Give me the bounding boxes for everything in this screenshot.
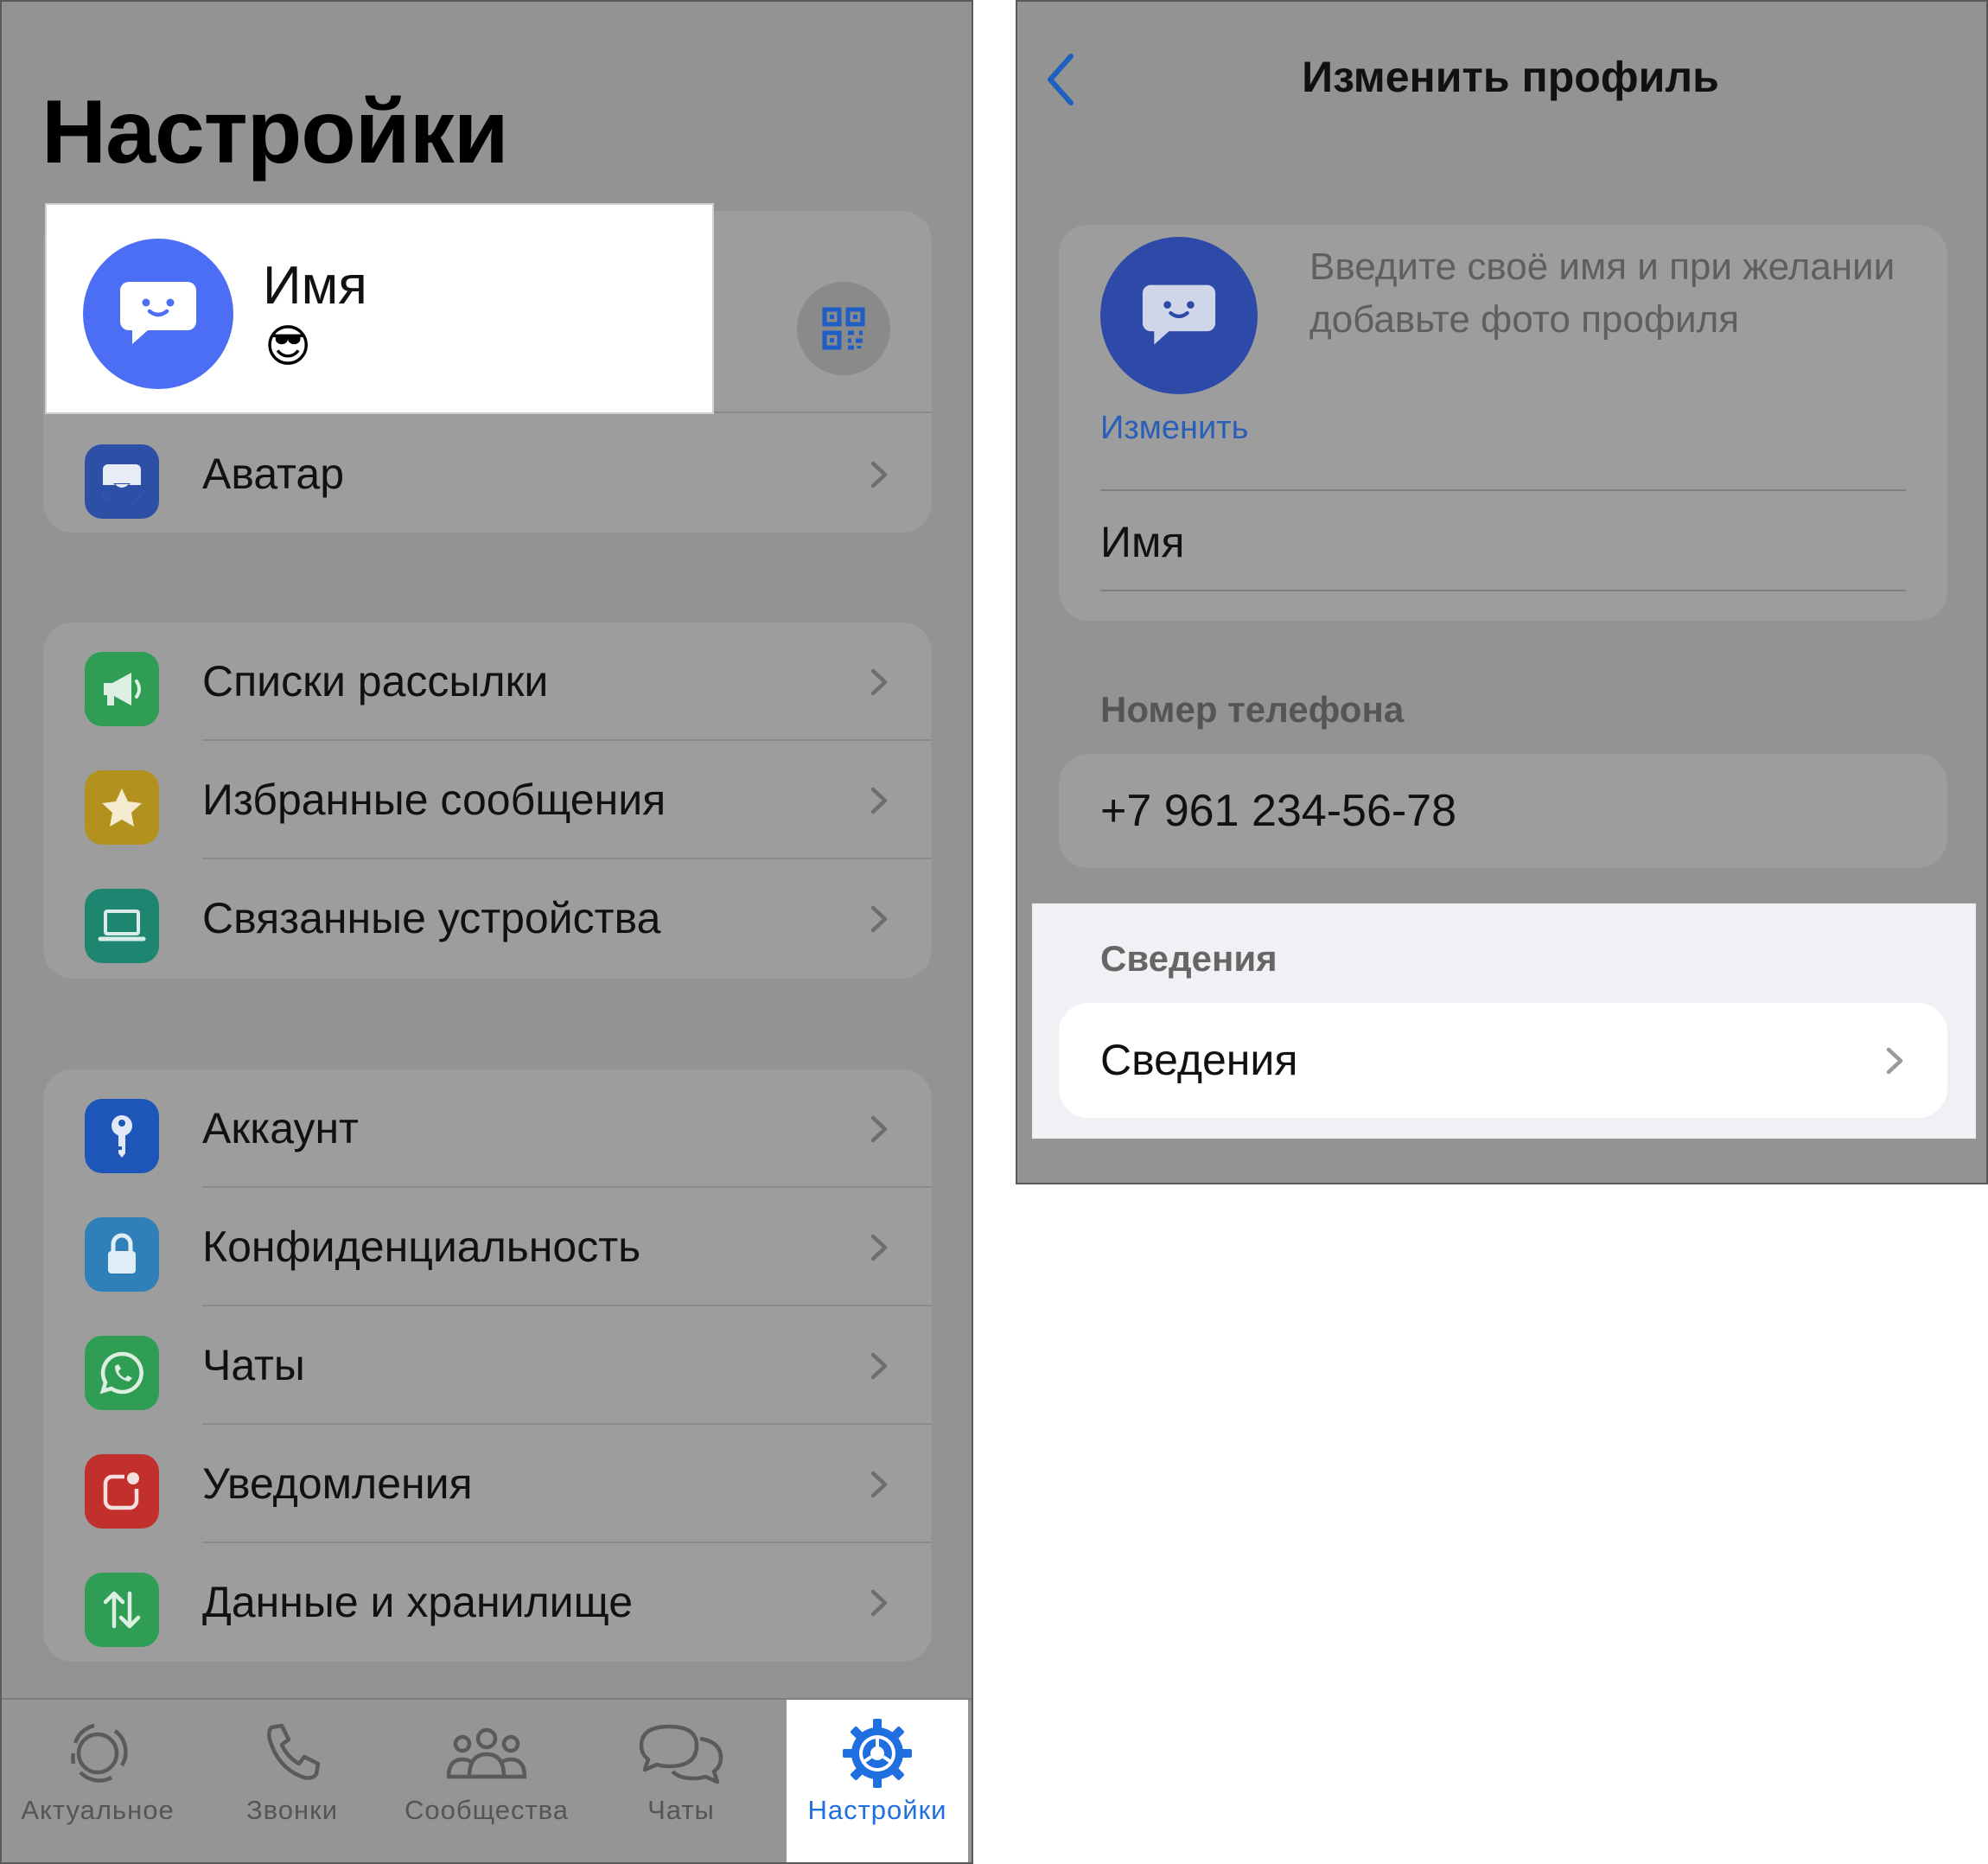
- phone-group: +7 961 234-56-78: [1059, 754, 1947, 868]
- divider: [1100, 489, 1906, 491]
- chevron-right-icon: [1886, 1047, 1903, 1075]
- avatar-icon: [85, 444, 159, 519]
- tab-chats[interactable]: Чаты: [590, 1700, 772, 1862]
- name-field[interactable]: Имя: [1100, 517, 1184, 567]
- qr-code-icon: [822, 307, 865, 350]
- row-label: Списки рассылки: [202, 657, 549, 705]
- chats-icon: [636, 1719, 726, 1788]
- tab-updates[interactable]: Актуальное: [7, 1700, 188, 1862]
- communities-icon: [442, 1719, 532, 1788]
- profile-status: 😎: [264, 322, 312, 372]
- chats-row[interactable]: Чаты: [43, 1306, 932, 1425]
- chevron-right-icon: [870, 1234, 888, 1261]
- chat-bubble-icon: [120, 282, 196, 344]
- chevron-right-icon: [870, 461, 888, 488]
- notification-icon: [85, 1454, 159, 1529]
- tab-communities[interactable]: Сообщества: [396, 1700, 577, 1862]
- tab-calls[interactable]: Звонки: [201, 1700, 383, 1862]
- profile-edit-group: Изменить Введите своё имя и при желании …: [1059, 225, 1947, 621]
- chevron-right-icon: [870, 787, 888, 814]
- updates-icon: [53, 1719, 143, 1788]
- row-label: Связанные устройства: [202, 894, 661, 942]
- phone-number: +7 961 234-56-78: [1100, 786, 1457, 836]
- about-label: Сведения: [1100, 1036, 1298, 1084]
- divider: [1100, 590, 1906, 591]
- starred-messages-row[interactable]: Избранные сообщения: [43, 741, 932, 859]
- lock-icon: [85, 1217, 159, 1292]
- edit-profile-screen: Изменить профиль Изменить Введите своё и…: [1016, 0, 1988, 1184]
- broadcast-lists-row[interactable]: Списки рассылки: [43, 622, 932, 741]
- settings-screen: Настройки Аватар Имя 😎 Списки рассылки И…: [0, 0, 973, 1864]
- tab-bar: Актуальное Звонки Сообщества Чаты Настро…: [2, 1698, 972, 1862]
- chevron-right-icon: [870, 905, 888, 933]
- notifications-row[interactable]: Уведомления: [43, 1425, 932, 1543]
- tab-label: Звонки: [245, 1795, 339, 1825]
- chevron-right-icon: [870, 1352, 888, 1380]
- profile-card[interactable]: Имя 😎: [47, 205, 712, 412]
- tab-label: Чаты: [647, 1795, 715, 1825]
- tab-label: Сообщества: [404, 1795, 570, 1825]
- tab-label: Настройки: [807, 1795, 947, 1825]
- row-label: Данные и хранилище: [202, 1578, 633, 1626]
- lists-group: Списки рассылки Избранные сообщения Связ…: [43, 622, 932, 979]
- about-row[interactable]: Сведения: [1059, 1003, 1947, 1118]
- chat-bubble-icon: [1142, 284, 1216, 345]
- profile-hint: Введите своё имя и при желании добавьте …: [1309, 246, 1896, 341]
- row-label: Избранные сообщения: [202, 776, 666, 824]
- avatar[interactable]: [1100, 237, 1258, 394]
- row-label: Чаты: [202, 1341, 305, 1389]
- settings-group: Аккаунт Конфиденциальность Чаты Уведомле…: [43, 1069, 932, 1662]
- laptop-icon: [85, 889, 159, 963]
- chevron-right-icon: [870, 1115, 888, 1143]
- edit-photo-link[interactable]: Изменить: [1100, 410, 1248, 447]
- privacy-row[interactable]: Конфиденциальность: [43, 1188, 932, 1306]
- row-label: Аккаунт: [202, 1104, 359, 1152]
- phone-icon: [247, 1719, 337, 1788]
- star-icon: [85, 770, 159, 845]
- page-title: Настройки: [41, 82, 509, 182]
- about-section-label: Сведения: [1100, 938, 1278, 979]
- qr-code-button[interactable]: [797, 282, 890, 375]
- avatar-row[interactable]: Аватар: [43, 415, 932, 533]
- data-storage-row[interactable]: Данные и хранилище: [43, 1543, 932, 1662]
- whatsapp-icon: [85, 1336, 159, 1410]
- megaphone-icon: [85, 652, 159, 726]
- key-icon: [85, 1099, 159, 1173]
- settings-gear-icon: [832, 1719, 922, 1788]
- arrows-icon: [85, 1573, 159, 1647]
- chevron-right-icon: [870, 1589, 888, 1617]
- row-label: Уведомления: [202, 1459, 473, 1508]
- chevron-right-icon: [870, 668, 888, 696]
- nav-title: Изменить профиль: [1302, 53, 1719, 101]
- tab-label: Актуальное: [21, 1795, 175, 1825]
- profile-name: Имя: [263, 256, 367, 316]
- row-label: Конфиденциальность: [202, 1222, 641, 1271]
- tab-settings[interactable]: Настройки: [787, 1700, 968, 1862]
- avatar: [83, 239, 233, 389]
- chevron-right-icon: [870, 1471, 888, 1498]
- account-row[interactable]: Аккаунт: [43, 1069, 932, 1188]
- phone-section-label: Номер телефона: [1100, 689, 1405, 730]
- avatar-label: Аватар: [202, 450, 345, 498]
- about-section: Сведения Сведения: [1032, 903, 1976, 1139]
- linked-devices-row[interactable]: Связанные устройства: [43, 859, 932, 978]
